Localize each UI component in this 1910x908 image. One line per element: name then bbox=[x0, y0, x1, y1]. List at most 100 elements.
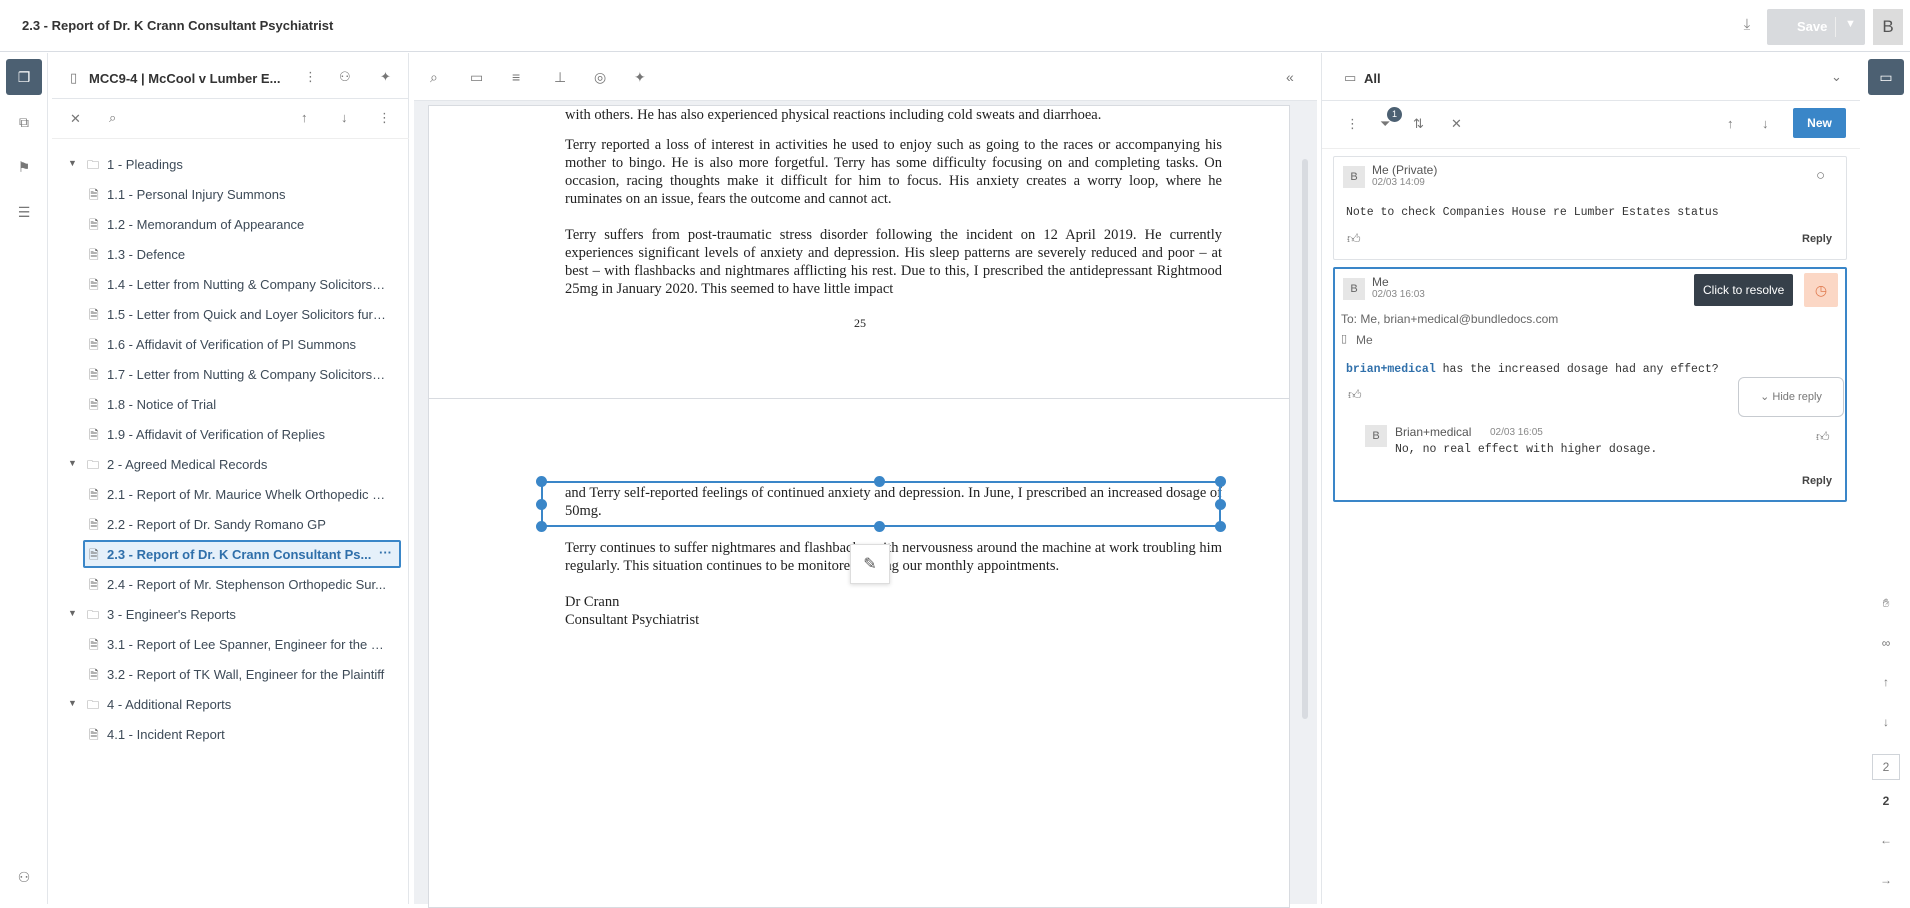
copy-icon[interactable]: ⧉ bbox=[6, 104, 42, 140]
resize-handle[interactable] bbox=[1215, 521, 1226, 532]
arrow-up-icon[interactable]: ↑ bbox=[1727, 116, 1734, 131]
tree-file-label: 1.4 - Letter from Nutting & Company Soli… bbox=[107, 277, 387, 292]
tree-file[interactable]: 🗎︎ 1.2 - Memorandum of Appearance bbox=[52, 210, 409, 238]
kebab-menu-icon[interactable]: ⋮ bbox=[378, 110, 391, 126]
tree-folder[interactable]: ▼ 🗀︎ 4 - Additional Reports bbox=[52, 690, 409, 718]
resize-handle[interactable] bbox=[1215, 476, 1226, 487]
arrow-down-icon[interactable]: ↓ bbox=[341, 110, 348, 125]
kebab-menu-icon[interactable]: ⋮ bbox=[1346, 116, 1359, 132]
add-user-icon[interactable]: ⚇ bbox=[339, 69, 351, 85]
chevron-down-icon[interactable]: ▼ bbox=[68, 608, 77, 618]
tree-file-label: 2.3 - Report of Dr. K Crann Consultant P… bbox=[107, 547, 372, 562]
documents-icon[interactable]: ❐ bbox=[6, 59, 42, 95]
annotation-selection[interactable] bbox=[541, 481, 1221, 527]
chevron-down-icon[interactable]: ▼ bbox=[68, 698, 77, 708]
notes-icon[interactable]: ☰ bbox=[6, 194, 42, 230]
save-button[interactable]: Save ▼ bbox=[1767, 9, 1865, 45]
tree-file[interactable]: 🗎︎ 1.9 - Affidavit of Verification of Rep… bbox=[52, 420, 409, 448]
tree-file[interactable]: 🗎︎ 3.2 - Report of TK Wall, Engineer for … bbox=[52, 660, 409, 688]
tree-file[interactable]: 🗎︎ 2.4 - Report of Mr. Stephenson Orthope… bbox=[52, 570, 409, 598]
reply-button[interactable]: Reply bbox=[1802, 233, 1832, 245]
arrow-up-icon[interactable]: ↑ bbox=[1868, 675, 1904, 689]
avatar: B bbox=[1343, 278, 1365, 300]
pdf-file-icon: 🗎︎ bbox=[89, 578, 99, 592]
collapse-all-icon[interactable]: ✕ bbox=[70, 111, 81, 127]
document-viewer: ⌕ ▭ ≡ ⊥ ◎ ✦ « with others. He has also e… bbox=[414, 53, 1317, 908]
resize-handle[interactable] bbox=[874, 476, 885, 487]
search-icon[interactable]: ⌕ bbox=[430, 69, 438, 86]
tree-file[interactable]: 🗎︎ 2.1 - Report of Mr. Maurice Whelk Orth… bbox=[52, 480, 409, 508]
tree-folder[interactable]: ▼ 🗀︎ 1 - Pleadings bbox=[52, 150, 409, 178]
collapse-left-icon[interactable]: « bbox=[1286, 69, 1294, 85]
thumbs-up-icon[interactable]: 👍︎ bbox=[1347, 231, 1361, 247]
viewer-scrollbar[interactable] bbox=[1302, 159, 1308, 719]
chevron-down-icon[interactable]: ▼ bbox=[1845, 18, 1856, 30]
reply-author: Brian+medical bbox=[1395, 425, 1472, 439]
panel-toggle-icon[interactable]: ▭ bbox=[1868, 59, 1904, 95]
note-icon[interactable]: ≡ bbox=[512, 69, 520, 85]
resize-handle[interactable] bbox=[874, 521, 885, 532]
arrow-up-icon[interactable]: ↑ bbox=[301, 110, 308, 125]
tree-file[interactable]: 🗎︎ 1.1 - Personal Injury Summons bbox=[52, 180, 409, 208]
pdf-file-icon: 🗎︎ bbox=[89, 308, 99, 322]
tree-file-label: 1.1 - Personal Injury Summons bbox=[107, 187, 286, 202]
sort-icon[interactable]: ⇅ bbox=[1413, 116, 1424, 132]
hide-reply-button[interactable]: ⌄ Hide reply bbox=[1738, 377, 1844, 417]
page-number-input[interactable]: 2 bbox=[1872, 754, 1900, 780]
arrow-right-icon[interactable]: → bbox=[1868, 873, 1904, 887]
chevron-down-icon[interactable]: ▼ bbox=[68, 458, 77, 468]
tree-file[interactable]: 🗎︎ 1.6 - Affidavit of Verification of PI … bbox=[52, 330, 409, 358]
resize-handle[interactable] bbox=[536, 476, 547, 487]
tree-file[interactable]: 🗎︎ 1.8 - Notice of Trial bbox=[52, 390, 409, 418]
tree-file[interactable]: 🗎︎ 3.1 - Report of Lee Spanner, Engineer … bbox=[52, 630, 409, 658]
comments-filter-label[interactable]: All bbox=[1364, 71, 1381, 86]
users-icon[interactable]: ⚇ bbox=[6, 859, 42, 895]
resize-handle[interactable] bbox=[536, 499, 547, 510]
tree-file[interactable]: 🗎︎ 2.2 - Report of Dr. Sandy Romano GP bbox=[52, 510, 409, 538]
download-icon[interactable]: ⤓ bbox=[1736, 16, 1758, 36]
glasses-icon[interactable]: ∞ bbox=[1868, 636, 1904, 650]
chevron-down-icon[interactable]: ⌄ bbox=[1831, 69, 1842, 85]
edit-pencil-icon[interactable]: ✎ bbox=[850, 544, 890, 584]
tree-folder[interactable]: ▼ 🗀︎ 2 - Agreed Medical Records bbox=[52, 450, 409, 478]
tree-file[interactable]: 🗎︎ 1.7 - Letter from Nutting & Company So… bbox=[52, 360, 409, 388]
pin-icon[interactable]: ✦ bbox=[380, 69, 391, 85]
reply-button[interactable]: Reply bbox=[1802, 475, 1832, 487]
kebab-menu-icon[interactable]: ⋮ bbox=[304, 69, 317, 85]
clock-icon[interactable]: ◷ bbox=[1804, 273, 1838, 307]
comment-date: 02/03 14:09 bbox=[1372, 177, 1425, 188]
bookmark-icon[interactable]: ⚑ bbox=[6, 149, 42, 185]
redact-icon[interactable]: ◎ bbox=[594, 69, 606, 86]
thumbs-up-icon[interactable]: 👍︎ bbox=[1816, 429, 1830, 445]
mention[interactable]: brian+medical bbox=[1346, 363, 1436, 376]
chevron-down-icon[interactable]: ▼ bbox=[68, 158, 77, 168]
arrow-left-icon[interactable]: ← bbox=[1868, 833, 1904, 847]
thumbs-up-icon[interactable]: 👍︎ bbox=[1348, 387, 1362, 403]
pin-icon[interactable]: ✦ bbox=[634, 69, 646, 86]
resolve-circle-icon[interactable]: ○ bbox=[1816, 167, 1825, 184]
folder-icon: 🗀︎ bbox=[87, 608, 100, 622]
tree-file[interactable]: 🗎︎ 1.3 - Defence bbox=[52, 240, 409, 268]
tree-file[interactable]: 🗎︎ 1.4 - Letter from Nutting & Company So… bbox=[52, 270, 409, 298]
comment-card-active[interactable]: B Me 02/03 16:03 Click to resolve ◷ To: … bbox=[1333, 267, 1847, 502]
search-icon[interactable]: ⌕ bbox=[109, 110, 116, 126]
new-comment-button[interactable]: New bbox=[1793, 108, 1846, 138]
page-total: 2 bbox=[1882, 794, 1890, 808]
arrow-down-icon[interactable]: ↓ bbox=[1762, 116, 1769, 131]
comment-card[interactable]: B Me (Private) 02/03 14:09 ○ Note to che… bbox=[1333, 156, 1847, 260]
more-options-icon[interactable]: ··· bbox=[379, 545, 392, 560]
tree-folder[interactable]: ▼ 🗀︎ 3 - Engineer's Reports bbox=[52, 600, 409, 628]
hand-tool-icon[interactable]: ✋︎ bbox=[1868, 596, 1904, 611]
arrow-down-icon[interactable]: ↓ bbox=[1868, 715, 1904, 729]
pdf-file-icon: 🗎︎ bbox=[89, 548, 99, 562]
resize-handle[interactable] bbox=[1215, 499, 1226, 510]
stamp-icon[interactable]: ⊥ bbox=[554, 69, 566, 86]
tree-file[interactable]: 🗎︎ 4.1 - Incident Report bbox=[52, 720, 409, 748]
comment-icon[interactable]: ▭ bbox=[470, 69, 483, 86]
tree-file[interactable]: 🗎︎ 2.3 - Report of Dr. K Crann Consultant… bbox=[52, 540, 409, 568]
resize-handle[interactable] bbox=[536, 521, 547, 532]
bundle-title[interactable]: MCC9-4 | McCool v Lumber E... bbox=[89, 71, 280, 86]
user-avatar[interactable]: B bbox=[1873, 9, 1903, 45]
collapse-all-icon[interactable]: ✕ bbox=[1451, 116, 1462, 132]
tree-file[interactable]: 🗎︎ 1.5 - Letter from Quick and Loyer Soli… bbox=[52, 300, 409, 328]
